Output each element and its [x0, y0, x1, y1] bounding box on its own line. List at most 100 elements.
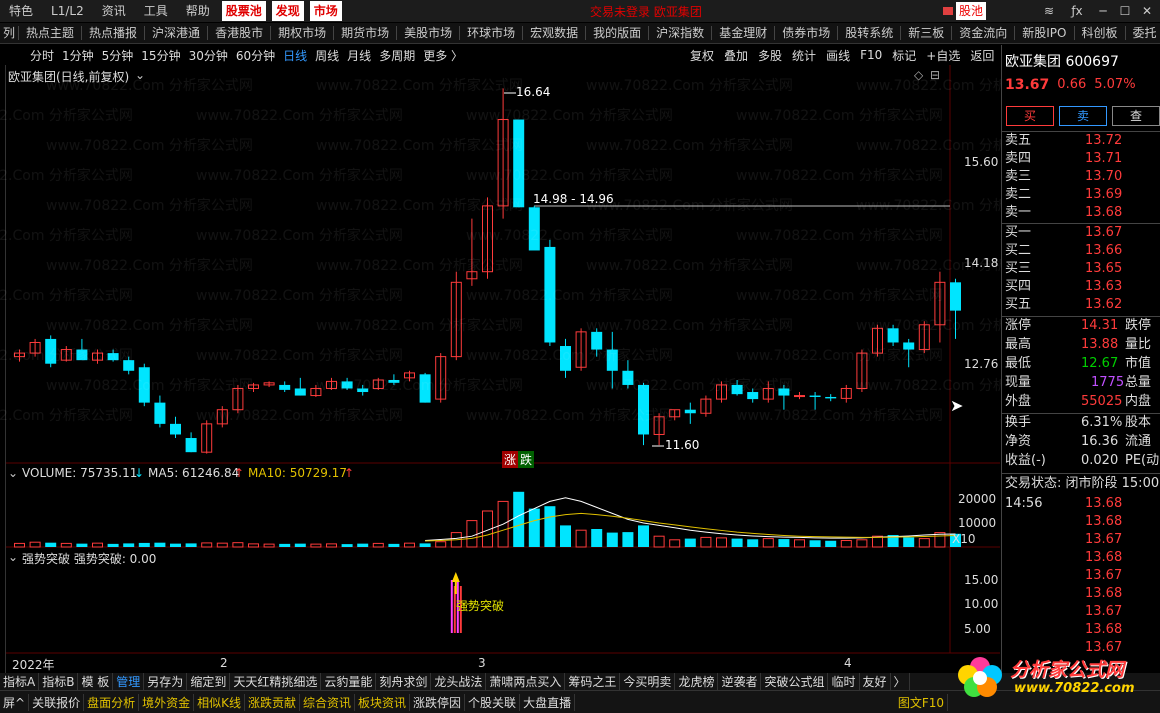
- volume-down-arrow: ↓: [134, 466, 145, 480]
- close-icon[interactable]: ✕: [1134, 0, 1160, 22]
- tool-button[interactable]: 多股: [753, 47, 787, 64]
- indicator-options-icon[interactable]: ⌄: [8, 550, 18, 564]
- period-tab[interactable]: 多周期: [375, 47, 419, 64]
- period-tab[interactable]: 60分钟: [232, 47, 279, 64]
- tool-button[interactable]: 叠加: [719, 47, 753, 64]
- bottom-tab[interactable]: 关联报价: [29, 693, 85, 711]
- period-tab[interactable]: 分时: [26, 47, 58, 64]
- period-tab[interactable]: 1分钟: [58, 47, 98, 64]
- bottom-tab[interactable]: 板块资讯: [355, 693, 411, 711]
- market-tab[interactable]: 热点播报: [82, 26, 146, 40]
- tool-button[interactable]: +自选: [921, 47, 965, 64]
- bottom-tab[interactable]: 相似K线: [194, 693, 245, 711]
- volume-bar: [388, 543, 400, 547]
- template-tab[interactable]: 缩定到: [187, 673, 231, 690]
- function-icon[interactable]: ƒx: [1064, 0, 1090, 22]
- chart-options-icon[interactable]: ⌄: [135, 68, 145, 82]
- market-tab[interactable]: 宏观数据: [523, 26, 587, 40]
- market-tab[interactable]: 期货市场: [334, 26, 398, 40]
- tool-button[interactable]: F10: [855, 48, 887, 62]
- bottom-tab[interactable]: 综合资讯: [300, 693, 356, 711]
- template-tab[interactable]: 龙头战法: [431, 673, 487, 690]
- stock-pool-button[interactable]: 股池: [942, 2, 987, 20]
- query-button[interactable]: 查: [1112, 106, 1160, 126]
- market-tab[interactable]: 期权市场: [271, 26, 335, 40]
- template-tab[interactable]: 另存为: [144, 673, 188, 690]
- market-tab[interactable]: 股转系统: [838, 26, 902, 40]
- tool-button[interactable]: 返回: [965, 47, 999, 64]
- bottom-tab[interactable]: 境外资金: [139, 693, 195, 711]
- bottom-tab[interactable]: 大盘直播: [520, 693, 576, 711]
- market-tab[interactable]: 沪深指数: [649, 26, 713, 40]
- template-tab[interactable]: 模 板: [78, 673, 114, 690]
- chart-collapse-icon[interactable]: ⊟: [930, 68, 940, 82]
- menu-tools[interactable]: 工具: [135, 0, 177, 22]
- template-tab[interactable]: 临时: [828, 673, 860, 690]
- market-tab[interactable]: 新股IPO: [1015, 26, 1075, 40]
- template-tab[interactable]: 友好: [860, 673, 891, 690]
- sell-button[interactable]: 卖: [1059, 106, 1107, 126]
- tool-button[interactable]: 画线: [821, 47, 855, 64]
- market-tab[interactable]: 我的版面: [586, 26, 650, 40]
- menu-market[interactable]: 市场: [309, 1, 342, 21]
- template-tab-manage[interactable]: 管理: [113, 673, 145, 690]
- period-tab[interactable]: 周线: [311, 47, 343, 64]
- template-tab[interactable]: 天天红精挑细选: [230, 673, 322, 690]
- bid-row-4: 买四 13.63: [1005, 279, 1123, 294]
- template-tab[interactable]: 龙虎榜: [675, 673, 719, 690]
- menu-features[interactable]: 特色: [0, 0, 42, 22]
- market-tab[interactable]: 科创板: [1075, 26, 1126, 40]
- f10-button[interactable]: 图文F10: [895, 693, 948, 711]
- period-tab[interactable]: 月线: [343, 47, 375, 64]
- volume-bar: [154, 542, 166, 547]
- template-tab[interactable]: 筹码之王: [565, 673, 621, 690]
- template-more[interactable]: 〉: [891, 673, 910, 690]
- period-tab[interactable]: 15分钟: [137, 47, 184, 64]
- period-tab[interactable]: 5分钟: [98, 47, 138, 64]
- menu-stock-pool[interactable]: 股票池: [221, 1, 266, 21]
- market-tab[interactable]: 热点主题: [19, 26, 83, 40]
- tool-button[interactable]: 统计: [787, 47, 821, 64]
- market-tab[interactable]: 香港股市: [208, 26, 272, 40]
- market-tab[interactable]: 美股市场: [397, 26, 461, 40]
- period-tab-more[interactable]: 更多 〉: [419, 47, 467, 64]
- menu-news[interactable]: 资讯: [93, 0, 135, 22]
- bottom-tab[interactable]: 涨跌停因: [410, 693, 466, 711]
- template-tab[interactable]: 指标A: [0, 673, 40, 690]
- template-tab[interactable]: 刻舟求剑: [376, 673, 432, 690]
- volume-bar: [653, 535, 665, 548]
- diamond-icon[interactable]: ◇: [914, 68, 923, 82]
- bottom-tab[interactable]: 屏^: [0, 693, 30, 711]
- template-tab[interactable]: 指标B: [39, 673, 79, 690]
- volume-options-icon[interactable]: ⌄: [8, 466, 18, 480]
- market-tab[interactable]: 委托: [1126, 26, 1160, 40]
- kline-chart-area[interactable]: www.70822.Com 分析家公式网 www.70822.Com 分析家公式网…: [0, 65, 1063, 672]
- template-tab[interactable]: 云豹量能: [321, 673, 377, 690]
- template-tab[interactable]: 逆袭者: [718, 673, 762, 690]
- market-tab[interactable]: 环球市场: [460, 26, 524, 40]
- bottom-tab[interactable]: 个股关联: [465, 693, 521, 711]
- market-tab[interactable]: 沪深港通: [145, 26, 209, 40]
- layers-icon[interactable]: ≋: [1036, 0, 1062, 22]
- limit-up-badge: 涨: [502, 451, 519, 468]
- bid-row-3: 买三 13.65: [1005, 261, 1123, 276]
- market-tab[interactable]: 基金理财: [712, 26, 776, 40]
- template-tab[interactable]: 今买明卖: [620, 673, 676, 690]
- bottom-tab[interactable]: 盘面分析: [84, 693, 140, 711]
- tool-button[interactable]: 复权: [685, 47, 719, 64]
- period-tab-daily[interactable]: 日线: [279, 47, 311, 64]
- buy-button[interactable]: 买: [1006, 106, 1054, 126]
- tool-button[interactable]: 标记: [887, 47, 921, 64]
- period-tab[interactable]: 30分钟: [185, 47, 232, 64]
- template-tab[interactable]: 萧啸两点买入: [486, 673, 566, 690]
- menu-l1l2[interactable]: L1/L2: [42, 0, 93, 22]
- template-tab[interactable]: 突破公式组: [761, 673, 829, 690]
- market-tab[interactable]: 新三板: [901, 26, 953, 40]
- market-tab[interactable]: 债券市场: [775, 26, 839, 40]
- market-tab[interactable]: 资金流向: [952, 26, 1016, 40]
- stat-row: 换手 6.31% 股本: [1005, 415, 1152, 430]
- bottom-tab[interactable]: 涨跌贡献: [245, 693, 300, 711]
- menu-help[interactable]: 帮助: [177, 0, 219, 22]
- mouse-cursor-icon: ➤: [950, 396, 964, 415]
- menu-discover[interactable]: 发现: [271, 1, 304, 21]
